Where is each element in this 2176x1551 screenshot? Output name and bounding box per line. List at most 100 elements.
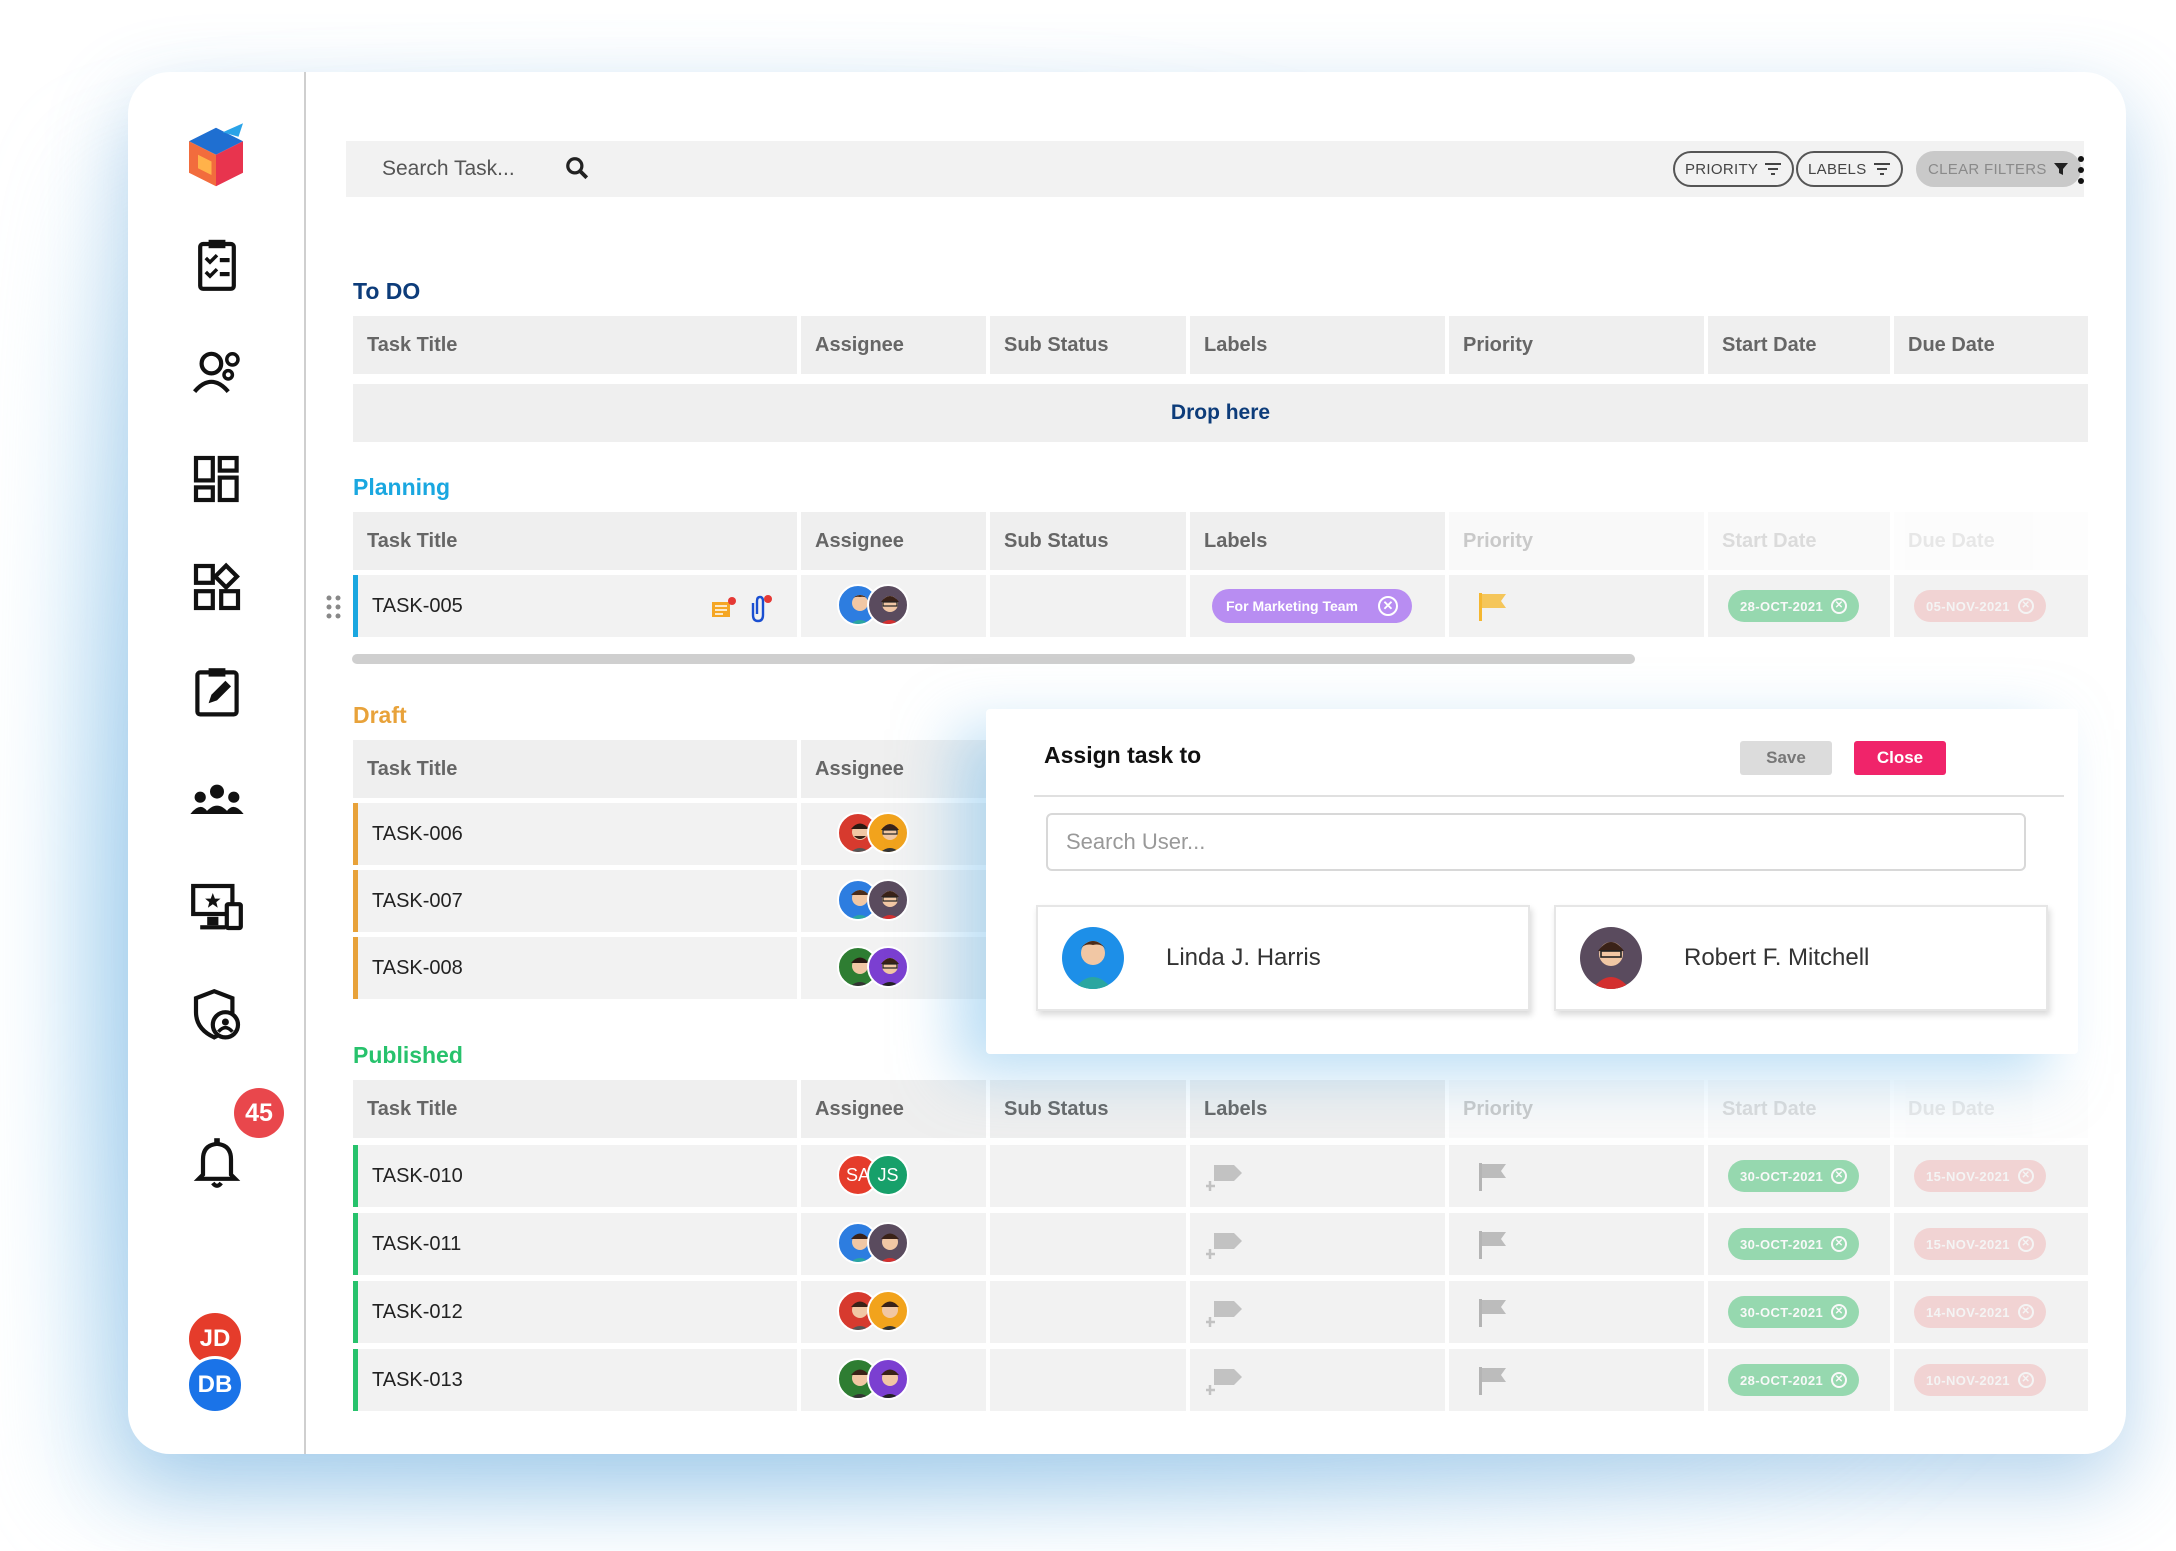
assignee-cell[interactable] [801, 803, 986, 865]
task-title-cell[interactable]: TASK-010 [358, 1145, 797, 1207]
priority-cell[interactable] [1449, 1213, 1704, 1275]
comment-icon[interactable] [710, 596, 738, 622]
label-chip[interactable]: For Marketing Team ✕ [1212, 589, 1412, 623]
clear-date-icon[interactable]: ✕ [1831, 598, 1848, 614]
start-date-cell[interactable]: 30-OCT-2021 ✕ [1708, 1281, 1890, 1343]
attachment-icon[interactable] [745, 593, 773, 623]
start-date-cell[interactable]: 28-OCT-2021 ✕ [1708, 575, 1890, 637]
remove-label-icon[interactable]: ✕ [1378, 596, 1398, 616]
task-list-icon[interactable] [182, 230, 252, 300]
sub-status-cell[interactable] [990, 1281, 1186, 1343]
assignee-cell[interactable] [801, 1213, 986, 1275]
clear-date-icon[interactable]: ✕ [2017, 1236, 2034, 1252]
assignee-avatars[interactable] [837, 584, 917, 628]
sub-status-cell[interactable] [990, 575, 1186, 637]
clear-date-icon[interactable]: ✕ [1831, 1168, 1848, 1184]
assignee-cell[interactable]: SA JS [801, 1145, 986, 1207]
priority-filter-button[interactable]: PRIORITY [1673, 151, 1795, 187]
priority-cell[interactable] [1449, 1281, 1704, 1343]
task-title-cell[interactable]: TASK-006 [358, 803, 797, 865]
clear-date-icon[interactable]: ✕ [2017, 598, 2034, 614]
assignee-avatars[interactable] [837, 879, 917, 923]
sub-status-cell[interactable] [990, 1213, 1186, 1275]
clear-date-icon[interactable]: ✕ [1831, 1236, 1848, 1252]
team-icon[interactable] [182, 765, 252, 835]
start-date-cell[interactable]: 30-OCT-2021 ✕ [1708, 1213, 1890, 1275]
due-date-cell[interactable]: 15-NOV-2021 ✕ [1894, 1145, 2088, 1207]
assignee-avatars[interactable] [837, 1290, 917, 1334]
assignee-cell[interactable] [801, 1281, 986, 1343]
due-date-chip[interactable]: 15-NOV-2021 ✕ [1914, 1160, 2046, 1192]
start-date-chip[interactable]: 28-OCT-2021 ✕ [1728, 590, 1860, 622]
labels-filter-button[interactable]: LABELS [1796, 151, 1903, 187]
labels-cell[interactable] [1190, 1145, 1445, 1207]
assignee-cell[interactable] [801, 937, 986, 999]
clear-date-icon[interactable]: ✕ [1831, 1304, 1848, 1320]
clear-filters-button[interactable]: CLEAR FILTERS [1916, 151, 2081, 187]
app-logo[interactable] [176, 112, 256, 202]
priority-flag-icon[interactable] [1477, 1297, 1509, 1327]
clear-date-icon[interactable]: ✕ [2017, 1372, 2034, 1388]
drop-zone[interactable]: Drop here [353, 384, 2088, 442]
assignee-avatars[interactable] [837, 812, 917, 856]
task-title-cell[interactable]: TASK-012 [358, 1281, 797, 1343]
due-date-cell[interactable]: 14-NOV-2021 ✕ [1894, 1281, 2088, 1343]
start-date-chip[interactable]: 28-OCT-2021 ✕ [1728, 1364, 1860, 1396]
start-date-chip[interactable]: 30-OCT-2021 ✕ [1728, 1228, 1860, 1260]
due-date-chip[interactable]: 14-NOV-2021 ✕ [1914, 1296, 2046, 1328]
save-button[interactable]: Save [1740, 741, 1832, 775]
labels-cell[interactable] [1190, 1349, 1445, 1411]
start-date-cell[interactable]: 30-OCT-2021 ✕ [1708, 1145, 1890, 1207]
security-user-icon[interactable] [182, 980, 252, 1050]
search-icon[interactable] [564, 155, 590, 181]
assignee-avatars[interactable] [837, 946, 917, 990]
add-label-icon[interactable] [1206, 1227, 1248, 1261]
add-label-icon[interactable] [1206, 1295, 1248, 1329]
due-date-cell[interactable]: 05-NOV-2021 ✕ [1894, 575, 2088, 637]
due-date-cell[interactable]: 10-NOV-2021 ✕ [1894, 1349, 2088, 1411]
due-date-chip[interactable]: 05-NOV-2021 ✕ [1914, 590, 2046, 622]
devices-icon[interactable] [182, 872, 252, 942]
close-button[interactable]: Close [1854, 741, 1946, 775]
task-title-cell[interactable]: TASK-008 [358, 937, 797, 999]
task-title-cell[interactable]: TASK-013 [358, 1349, 797, 1411]
clear-date-icon[interactable]: ✕ [1831, 1372, 1848, 1388]
add-label-icon[interactable] [1206, 1159, 1248, 1193]
start-date-chip[interactable]: 30-OCT-2021 ✕ [1728, 1160, 1860, 1192]
user-settings-icon[interactable] [182, 337, 252, 407]
assignee-cell[interactable] [801, 870, 986, 932]
labels-cell[interactable]: For Marketing Team ✕ [1190, 575, 1445, 637]
start-date-cell[interactable]: 28-OCT-2021 ✕ [1708, 1349, 1890, 1411]
priority-flag-icon[interactable] [1477, 591, 1509, 621]
assignee-cell[interactable] [801, 1349, 986, 1411]
priority-flag-icon[interactable] [1477, 1365, 1509, 1395]
assignee-avatars[interactable] [837, 1222, 917, 1266]
notifications-bell-icon[interactable] [182, 1122, 252, 1202]
start-date-chip[interactable]: 30-OCT-2021 ✕ [1728, 1296, 1860, 1328]
user-avatar-db[interactable]: DB [186, 1356, 244, 1414]
priority-cell[interactable] [1449, 575, 1704, 637]
priority-flag-icon[interactable] [1477, 1229, 1509, 1259]
drag-handle-icon[interactable] [325, 594, 343, 620]
dashboard-icon[interactable] [182, 444, 252, 514]
labels-cell[interactable] [1190, 1213, 1445, 1275]
assignee-cell[interactable] [801, 575, 986, 637]
due-date-chip[interactable]: 10-NOV-2021 ✕ [1914, 1364, 2046, 1396]
clear-date-icon[interactable]: ✕ [2017, 1304, 2034, 1320]
task-search-input[interactable]: Search Task... [382, 157, 515, 181]
user-option-card[interactable]: Robert F. Mitchell [1554, 905, 2048, 1011]
add-label-icon[interactable] [1206, 1363, 1248, 1397]
task-title-cell[interactable]: TASK-007 [358, 870, 797, 932]
apps-icon[interactable] [182, 552, 252, 622]
due-date-cell[interactable]: 15-NOV-2021 ✕ [1894, 1213, 2088, 1275]
priority-cell[interactable] [1449, 1349, 1704, 1411]
labels-cell[interactable] [1190, 1281, 1445, 1343]
assignee-avatars[interactable] [837, 1358, 917, 1402]
horizontal-scrollbar[interactable] [352, 654, 1635, 664]
sub-status-cell[interactable] [990, 1145, 1186, 1207]
assignee-avatars[interactable]: SA JS [837, 1154, 917, 1198]
priority-cell[interactable] [1449, 1145, 1704, 1207]
more-options-icon[interactable] [2076, 155, 2086, 185]
task-title-cell[interactable]: TASK-011 [358, 1213, 797, 1275]
clear-date-icon[interactable]: ✕ [2017, 1168, 2034, 1184]
